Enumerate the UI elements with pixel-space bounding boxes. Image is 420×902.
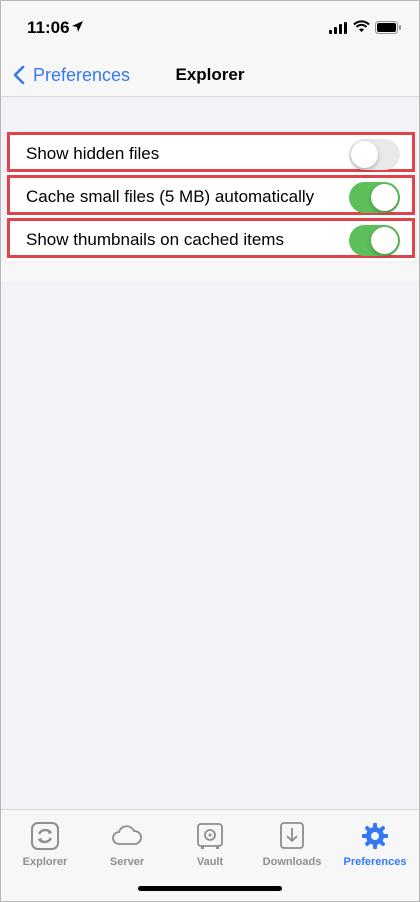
tab-preferences[interactable]: Preferences xyxy=(335,822,415,868)
location-arrow-icon xyxy=(72,21,83,32)
setting-label: Cache small files (5 MB) automatically xyxy=(26,187,315,206)
show-hidden-files-toggle[interactable] xyxy=(349,139,400,170)
tab-downloads[interactable]: Downloads xyxy=(252,822,332,868)
setting-row-show-hidden-files: Show hidden files xyxy=(7,132,415,172)
back-button-label: Preferences xyxy=(33,64,131,85)
show-thumbnails-toggle[interactable] xyxy=(349,225,400,256)
app-window: 11:06 Explorer Preferences Show hidden f… xyxy=(0,0,420,902)
tab-label: Preferences xyxy=(343,856,407,868)
setting-row-show-thumbnails: Show thumbnails on cached items xyxy=(7,218,415,258)
cloud-icon xyxy=(112,825,142,845)
page-title-text: Explorer xyxy=(175,65,245,84)
status-time: 11:06 xyxy=(27,18,70,37)
setting-row-cache-small-files: Cache small files (5 MB) automatically xyxy=(7,175,415,215)
tab-label: Downloads xyxy=(262,856,322,868)
tab-label: Explorer xyxy=(22,856,68,868)
tab-label: Vault xyxy=(196,856,224,868)
setting-label: Show thumbnails on cached items xyxy=(26,230,284,249)
wifi-icon xyxy=(353,20,370,32)
battery-icon xyxy=(375,21,401,34)
tab-server[interactable]: Server xyxy=(87,822,167,868)
status-bar: 11:06 xyxy=(1,1,419,53)
tab-vault[interactable]: Vault xyxy=(170,822,250,868)
tab-explorer[interactable]: Explorer xyxy=(5,822,85,868)
vault-icon xyxy=(197,823,223,849)
home-indicator[interactable] xyxy=(138,886,282,891)
toggle-knob xyxy=(371,184,398,211)
download-icon xyxy=(280,822,304,849)
setting-label: Show hidden files xyxy=(26,144,160,163)
sync-icon xyxy=(31,822,59,850)
settings-group: Show hidden files Cache small files (5 M… xyxy=(7,132,415,261)
back-button[interactable]: Preferences xyxy=(13,63,130,87)
navigation-bar: Explorer Preferences xyxy=(1,53,419,97)
group-footer-spacer xyxy=(1,263,419,281)
toggle-knob xyxy=(351,141,378,168)
cellular-signal-icon xyxy=(329,22,347,34)
tab-bar: Explorer Server Vault Downloads Preferen… xyxy=(1,809,419,901)
cache-small-files-toggle[interactable] xyxy=(349,182,400,213)
chevron-left-icon xyxy=(13,65,25,85)
gear-icon xyxy=(362,823,388,849)
tab-label: Server xyxy=(109,856,145,868)
toggle-knob xyxy=(371,227,398,254)
